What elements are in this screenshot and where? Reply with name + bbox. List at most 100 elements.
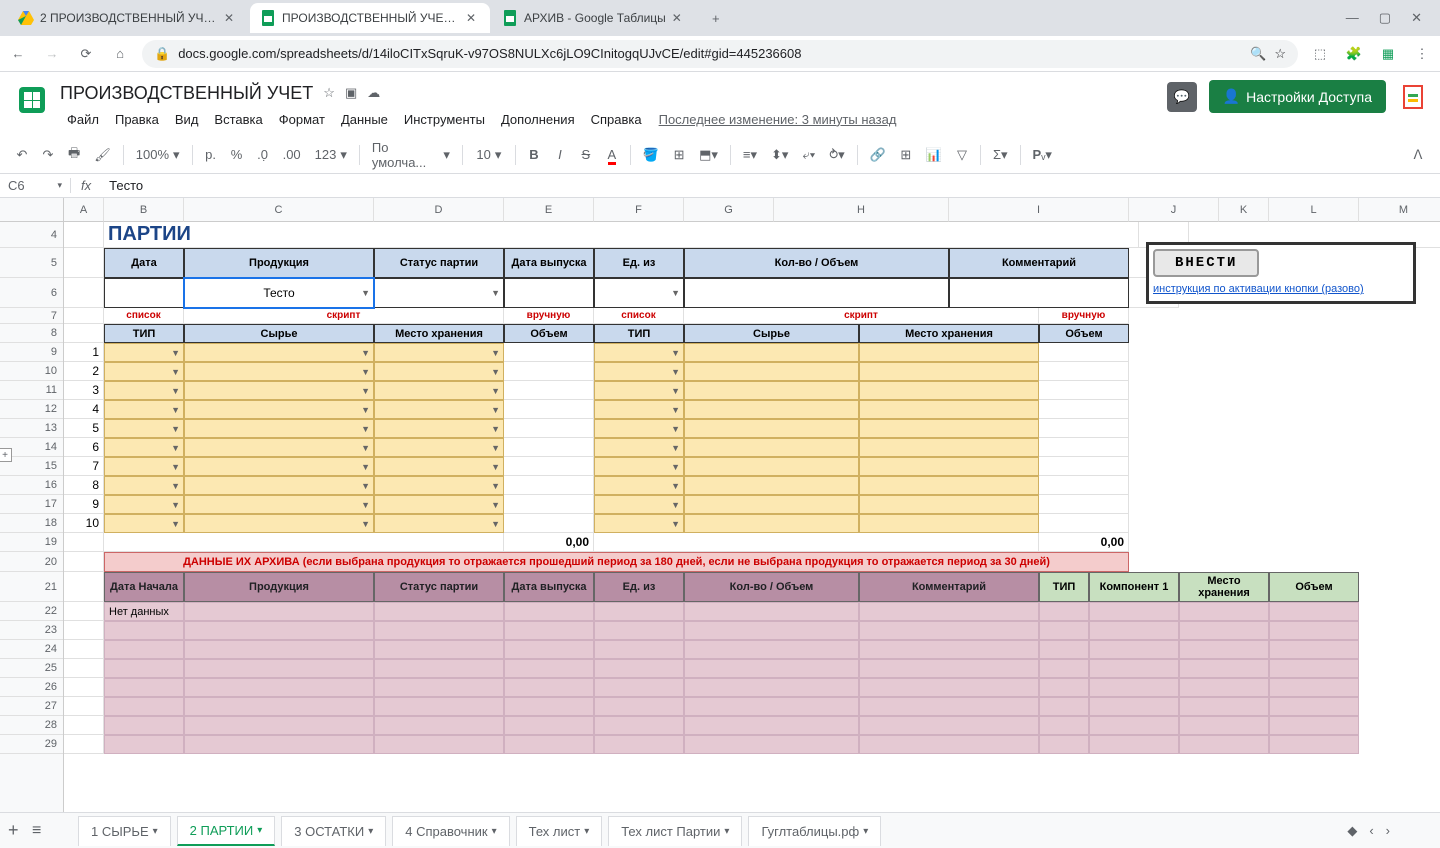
print-button[interactable]: 🖶 <box>62 140 86 170</box>
number-format-dropdown[interactable]: 123▾ <box>309 143 353 167</box>
formula-input[interactable]: Тесто <box>101 178 1440 193</box>
col-header[interactable]: D <box>374 198 504 222</box>
data-dropdown[interactable]: ▼ <box>184 495 374 514</box>
instruction-link[interactable]: инструкция по активации кнопки (разово) <box>1153 283 1409 295</box>
merge-button[interactable]: ⬒▾ <box>693 143 724 167</box>
data-dropdown[interactable]: ▼ <box>374 381 504 400</box>
row-header[interactable]: 18 <box>0 514 63 533</box>
data-dropdown[interactable]: ▼ <box>104 457 184 476</box>
last-edit-link[interactable]: Последнее изменение: 3 минуты назад <box>659 112 897 127</box>
maximize-icon[interactable]: ▢ <box>1379 10 1391 26</box>
row-header[interactable]: 17 <box>0 495 63 514</box>
reload-icon[interactable]: ⟳ <box>76 46 96 62</box>
share-button[interactable]: 👤 Настройки Доступа <box>1209 80 1386 113</box>
percent-button[interactable]: % <box>225 143 249 166</box>
row-header[interactable]: 4 <box>0 222 63 248</box>
data-dropdown[interactable]: ▼ <box>184 438 374 457</box>
link-button[interactable]: 🔗 <box>864 143 892 167</box>
data-dropdown[interactable]: ▼ <box>104 495 184 514</box>
row-header[interactable]: 20 <box>0 552 63 572</box>
close-window-icon[interactable]: ✕ <box>1411 10 1422 26</box>
sheet-tab[interactable]: Тех лист ▾ <box>516 816 603 846</box>
data-dropdown[interactable]: ▼ <box>374 419 504 438</box>
data-dropdown[interactable]: ▼ <box>374 495 504 514</box>
italic-button[interactable]: I <box>548 143 572 166</box>
undo-button[interactable]: ↶ <box>10 143 34 167</box>
data-dropdown[interactable]: ▼ <box>104 381 184 400</box>
sheet-tab[interactable]: 2 ПАРТИИ ▾ <box>177 816 276 846</box>
halign-button[interactable]: ≡▾ <box>737 143 763 167</box>
font-dropdown[interactable]: По умолча... ▾ <box>366 136 456 174</box>
data-dropdown[interactable]: ▼ <box>374 476 504 495</box>
font-size-dropdown[interactable]: 10 ▾ <box>469 143 509 167</box>
product-dropdown[interactable]: Тесто▼ <box>184 278 374 308</box>
browser-tab-1[interactable]: ПРОИЗВОДСТВЕННЫЙ УЧЕТ - G ✕ <box>250 3 490 33</box>
cloud-status-icon[interactable]: ☁ <box>367 85 380 101</box>
data-dropdown[interactable]: ▼ <box>374 438 504 457</box>
app-icon[interactable]: ▦ <box>1378 46 1398 62</box>
add-sheet-button[interactable]: + <box>8 820 19 841</box>
col-header[interactable]: I <box>949 198 1129 222</box>
row-header[interactable]: 21 <box>0 572 63 602</box>
data-dropdown[interactable]: ▼ <box>184 381 374 400</box>
all-sheets-button[interactable]: ≡ <box>32 822 41 840</box>
row-header[interactable]: 11 <box>0 381 63 400</box>
scroll-right-icon[interactable]: › <box>1386 823 1390 839</box>
data-dropdown[interactable]: ▼ <box>184 514 374 533</box>
fill-color-button[interactable]: 🪣 <box>637 143 665 167</box>
data-dropdown[interactable]: ▼ <box>104 419 184 438</box>
wrap-button[interactable]: ⤶▾ <box>796 143 821 167</box>
data-dropdown[interactable]: ▼ <box>184 343 374 362</box>
comment-button[interactable]: ⊞ <box>894 143 918 167</box>
new-tab-button[interactable]: + <box>702 4 730 32</box>
col-header[interactable]: L <box>1269 198 1359 222</box>
data-dropdown[interactable]: ▼ <box>374 343 504 362</box>
col-header[interactable]: H <box>774 198 949 222</box>
row-header[interactable]: 26 <box>0 678 63 697</box>
row-header[interactable]: 25 <box>0 659 63 678</box>
row-header[interactable]: 10 <box>0 362 63 381</box>
col-header[interactable]: G <box>684 198 774 222</box>
data-dropdown[interactable]: ▼ <box>184 476 374 495</box>
menu-format[interactable]: Формат <box>272 109 332 130</box>
menu-file[interactable]: Файл <box>60 109 106 130</box>
zoom-dropdown[interactable]: 100% ▾ <box>130 143 186 167</box>
col-header[interactable]: F <box>594 198 684 222</box>
paint-format-button[interactable]: 🖌 <box>88 143 117 167</box>
col-header[interactable]: M <box>1359 198 1440 222</box>
data-dropdown[interactable]: ▼ <box>374 400 504 419</box>
menu-view[interactable]: Вид <box>168 109 206 130</box>
scroll-left-icon[interactable]: ‹ <box>1369 823 1373 839</box>
menu-data[interactable]: Данные <box>334 109 395 130</box>
star-icon[interactable]: ☆ <box>323 85 335 101</box>
sheets-logo[interactable] <box>12 80 52 120</box>
star-icon[interactable]: ☆ <box>1274 46 1286 62</box>
col-header[interactable]: B <box>104 198 184 222</box>
sheet-tab[interactable]: 1 СЫРЬЕ ▾ <box>78 816 171 846</box>
data-dropdown[interactable]: ▼ <box>104 400 184 419</box>
functions-button[interactable]: Σ▾ <box>987 143 1014 167</box>
close-icon[interactable]: ✕ <box>466 11 480 25</box>
data-dropdown[interactable]: ▼ <box>104 343 184 362</box>
menu-tools[interactable]: Инструменты <box>397 109 492 130</box>
col-header[interactable]: J <box>1129 198 1219 222</box>
row-header[interactable]: 29 <box>0 735 63 754</box>
data-dropdown[interactable]: ▼ <box>104 514 184 533</box>
comments-button[interactable]: 💬 <box>1167 82 1197 112</box>
row-header[interactable]: 7 <box>0 308 63 324</box>
data-dropdown[interactable]: ▼ <box>374 362 504 381</box>
data-dropdown[interactable]: ▼ <box>184 400 374 419</box>
row-header[interactable]: 13 <box>0 419 63 438</box>
row-header[interactable]: 22 <box>0 602 63 621</box>
redo-button[interactable]: ↷ <box>36 143 60 167</box>
data-dropdown[interactable]: ▼ <box>184 419 374 438</box>
text-color-button[interactable]: A <box>600 143 624 166</box>
row-header[interactable]: 16 <box>0 476 63 495</box>
menu-help[interactable]: Справка <box>584 109 649 130</box>
row-header[interactable]: 23 <box>0 621 63 640</box>
translate-icon[interactable]: ⬚ <box>1310 46 1330 62</box>
sheet-tab[interactable]: Тех лист Партии ▾ <box>608 816 742 846</box>
menu-addons[interactable]: Дополнения <box>494 109 582 130</box>
dec-minus-button[interactable]: .0̣ <box>251 143 275 166</box>
row-header[interactable]: 24 <box>0 640 63 659</box>
